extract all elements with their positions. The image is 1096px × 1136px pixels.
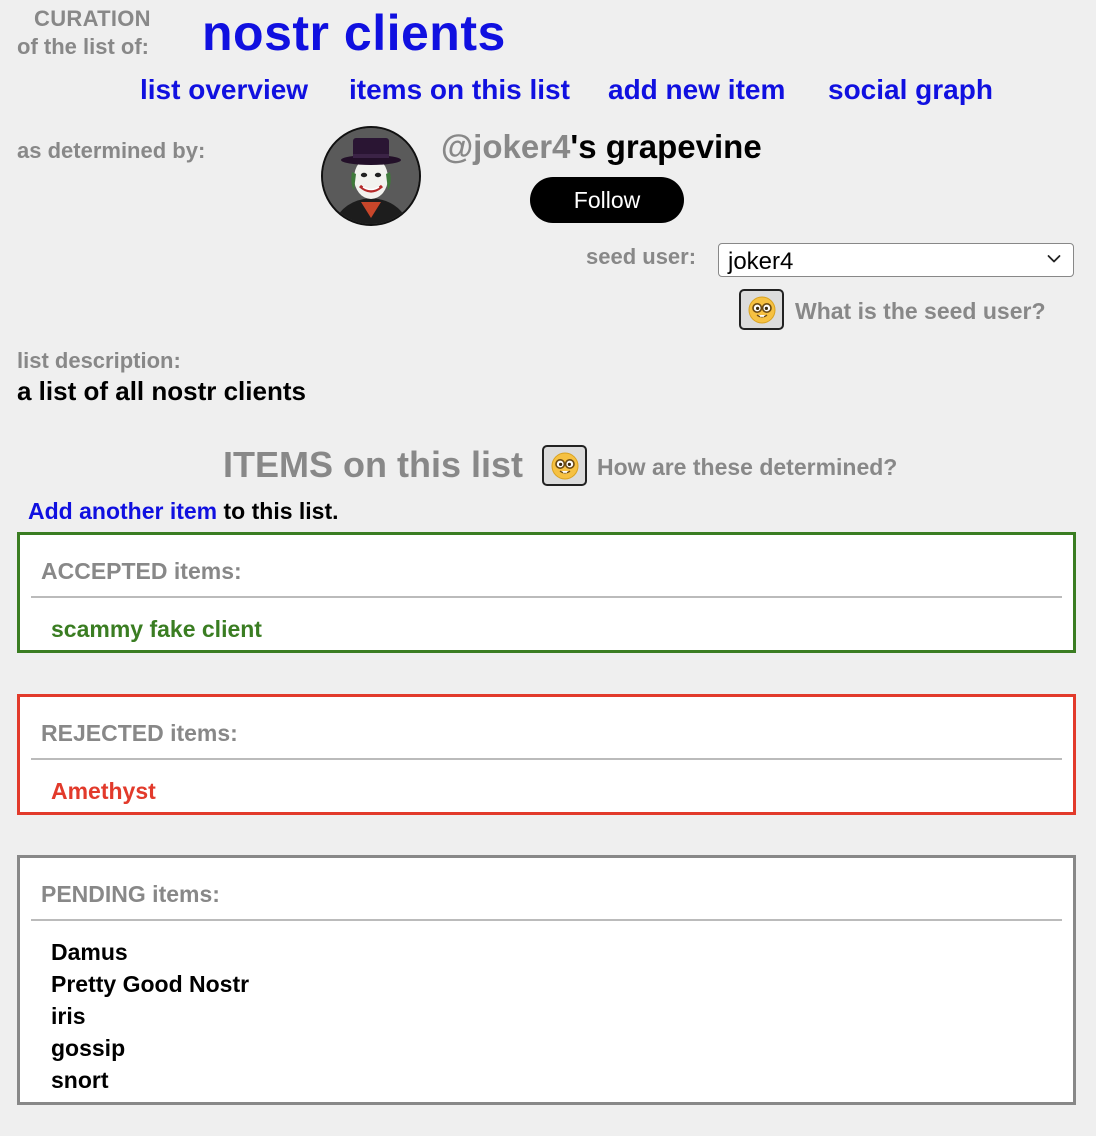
accepted-items-list: scammy fake client (51, 613, 262, 645)
nav-list-overview[interactable]: list overview (140, 74, 308, 106)
chevron-down-icon (1047, 255, 1061, 263)
accepted-items-panel: ACCEPTED items: scammy fake client (17, 532, 1076, 653)
grapevine-handle[interactable]: @joker4 (441, 128, 570, 165)
nerd-face-icon (748, 296, 775, 323)
items-help-button[interactable] (542, 445, 587, 486)
grapevine-title: @joker4's grapevine (441, 128, 762, 166)
avatar[interactable] (321, 126, 421, 226)
nav-add-new-item[interactable]: add new item (608, 74, 785, 106)
determined-by-label: as determined by: (17, 138, 206, 163)
curation-label: CURATION (34, 6, 151, 31)
accepted-items-label: ACCEPTED items: (41, 558, 242, 584)
seed-user-label: seed user: (586, 244, 697, 269)
pending-item[interactable]: snort (51, 1064, 249, 1096)
pending-item[interactable]: Pretty Good Nostr (51, 968, 249, 1000)
grapevine-suffix: 's grapevine (570, 128, 762, 165)
rejected-items-panel: REJECTED items: Amethyst (17, 694, 1076, 815)
pending-items-label: PENDING items: (41, 881, 220, 907)
seed-user-select[interactable]: joker4 (718, 243, 1074, 277)
accepted-item[interactable]: scammy fake client (51, 613, 262, 645)
follow-button[interactable]: Follow (530, 177, 684, 223)
of-the-list-label: of the list of: (17, 34, 149, 59)
items-help-text[interactable]: How are these determined? (597, 454, 897, 481)
pending-items-list: Damus Pretty Good Nostr iris gossip snor… (51, 936, 249, 1096)
rejected-items-label: REJECTED items: (41, 720, 238, 746)
items-heading: ITEMS on this list (223, 444, 524, 485)
seed-user-value: joker4 (728, 248, 794, 275)
joker-avatar-image (323, 128, 419, 224)
add-item-suffix: to this list. (217, 498, 339, 524)
add-item-line: Add another item to this list. (28, 498, 339, 525)
accepted-divider (31, 596, 1062, 598)
pending-item[interactable]: Damus (51, 936, 249, 968)
list-title-link[interactable]: nostr clients (202, 4, 506, 62)
pending-divider (31, 919, 1062, 921)
pending-items-panel: PENDING items: Damus Pretty Good Nostr i… (17, 855, 1076, 1105)
pending-item[interactable]: gossip (51, 1032, 249, 1064)
nerd-face-icon (551, 452, 578, 479)
list-description-label: list description: (17, 348, 181, 373)
seed-user-help-text[interactable]: What is the seed user? (795, 298, 1046, 325)
nav-social-graph[interactable]: social graph (828, 74, 993, 106)
seed-user-help-button[interactable] (739, 289, 784, 330)
list-description-text: a list of all nostr clients (17, 376, 306, 406)
rejected-item[interactable]: Amethyst (51, 775, 156, 807)
rejected-items-list: Amethyst (51, 775, 156, 807)
rejected-divider (31, 758, 1062, 760)
add-another-item-link[interactable]: Add another item (28, 498, 217, 524)
pending-item[interactable]: iris (51, 1000, 249, 1032)
nav-items-on-list[interactable]: items on this list (349, 74, 570, 106)
